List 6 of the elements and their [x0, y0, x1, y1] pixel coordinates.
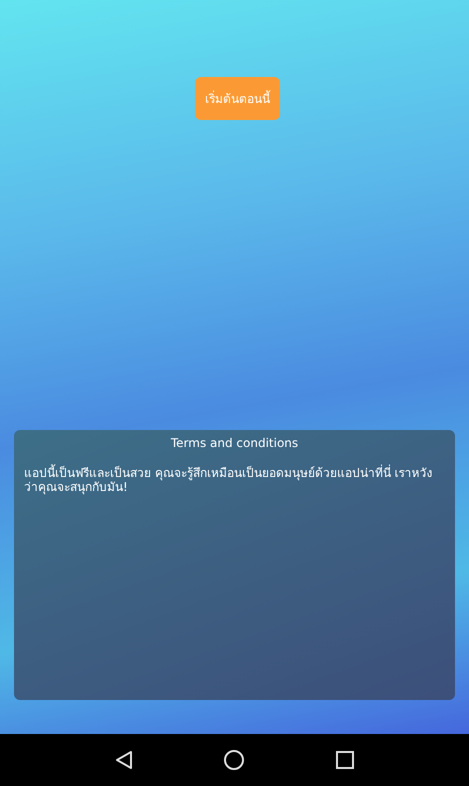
- start-button[interactable]: เริ่มต้นตอนนี้: [195, 77, 280, 120]
- terms-text: แอปนี้เป็นฟรีและเป็นสวย คุณจะรู้สึกเหมือนเป็นยอดมนุษย์ด้วยแอปน่าที่นี่ เราหวังว่าคุณจะสนุกกับมัน!: [24, 466, 434, 494]
- terms-title: Terms and conditions: [170, 435, 300, 452]
- recents-icon[interactable]: [336, 751, 354, 769]
- home-icon[interactable]: [223, 749, 246, 771]
- back-icon[interactable]: [115, 750, 134, 770]
